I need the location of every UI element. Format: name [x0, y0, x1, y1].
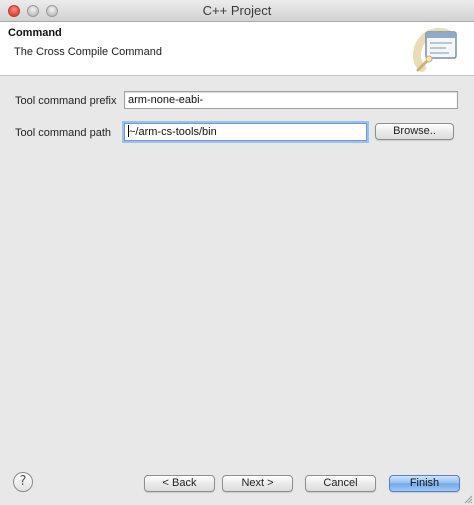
prefix-field[interactable]: arm-none-eabi-	[124, 91, 458, 109]
window-title: C++ Project	[202, 3, 272, 18]
next-button[interactable]: Next >	[222, 475, 293, 492]
cancel-button[interactable]: Cancel	[305, 475, 376, 492]
wizard-window: C++ Project Command The Cross Compile Co…	[0, 0, 474, 505]
wizard-banner-icon	[413, 27, 457, 72]
help-icon[interactable]: ?	[13, 472, 33, 492]
path-field[interactable]: ~/arm-cs-tools/bin	[124, 123, 367, 141]
page-description: The Cross Compile Command	[14, 46, 162, 58]
back-button[interactable]: < Back	[144, 475, 215, 492]
resize-grip-icon[interactable]	[463, 494, 473, 504]
browse-button[interactable]: Browse..	[375, 123, 454, 140]
path-label: Tool command path	[15, 127, 111, 139]
title-bar[interactable]: C++ Project	[0, 0, 474, 22]
finish-button[interactable]: Finish	[389, 475, 460, 492]
wizard-banner: Command The Cross Compile Command	[0, 22, 474, 76]
page-title: Command	[8, 27, 62, 39]
path-field-value: ~/arm-cs-tools/bin	[129, 126, 217, 138]
prefix-label: Tool command prefix	[15, 95, 117, 107]
